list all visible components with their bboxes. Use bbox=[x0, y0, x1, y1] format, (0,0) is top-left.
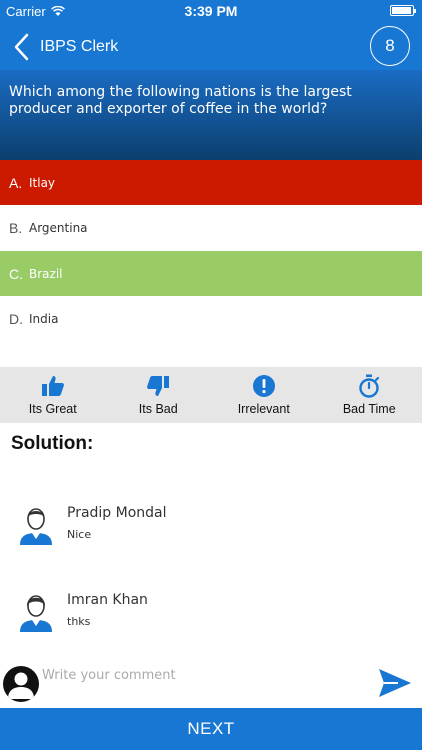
option-a[interactable]: A. Itlay bbox=[0, 160, 422, 205]
bad-time-button[interactable]: Bad Time bbox=[317, 367, 422, 423]
comment-item: Imran Khan thks bbox=[0, 582, 422, 642]
option-letter: B. bbox=[9, 219, 23, 236]
back-button[interactable]: IBPS Clerk bbox=[12, 32, 122, 62]
status-time: 3:39 PM bbox=[184, 3, 238, 19]
nav-title: IBPS Clerk bbox=[40, 38, 119, 55]
feedback-label: Its Great bbox=[28, 402, 77, 416]
commenter-name: Pradip Mondal bbox=[67, 505, 167, 521]
stopwatch-icon bbox=[359, 374, 380, 398]
send-icon[interactable] bbox=[378, 668, 412, 698]
option-text: Brazil bbox=[29, 266, 63, 281]
exclamation-circle-icon bbox=[252, 375, 275, 397]
nav-bar: IBPS Clerk 8 bbox=[0, 22, 422, 70]
its-bad-button[interactable]: Its Bad bbox=[106, 367, 212, 423]
feedback-label: Bad Time bbox=[342, 402, 396, 416]
option-text: India bbox=[29, 311, 59, 326]
option-letter: C. bbox=[9, 265, 23, 282]
status-bar: Carrier 3:39 PM bbox=[0, 0, 422, 22]
comment-composer bbox=[0, 660, 422, 708]
solution-heading: Solution: bbox=[11, 433, 94, 454]
option-d[interactable]: D. India bbox=[0, 296, 422, 341]
option-text: Argentina bbox=[29, 220, 88, 235]
its-great-button[interactable]: Its Great bbox=[0, 367, 106, 423]
thumbs-down-icon bbox=[147, 376, 170, 396]
irrelevant-button[interactable]: Irrelevant bbox=[211, 367, 317, 423]
comment-message: Nice bbox=[67, 528, 92, 541]
option-letter: A. bbox=[9, 174, 23, 191]
feedback-label: Irrelevant bbox=[237, 402, 290, 416]
comment-item: Pradip Mondal Nice bbox=[0, 495, 422, 555]
feedback-bar: Its Great Its Bad Irrelevant Bad Time bbox=[0, 367, 422, 423]
option-b[interactable]: B. Argentina bbox=[0, 205, 422, 250]
chevron-left-icon bbox=[14, 33, 29, 61]
comment-input[interactable] bbox=[42, 662, 362, 688]
feedback-label: Its Bad bbox=[138, 402, 178, 416]
user-avatar-icon bbox=[20, 595, 52, 632]
question-number-badge: 8 bbox=[370, 26, 410, 66]
current-user-avatar bbox=[3, 666, 39, 702]
user-silhouette-icon bbox=[8, 672, 34, 699]
question-text: Which among the following nations is the… bbox=[0, 70, 422, 160]
user-avatar-icon bbox=[20, 508, 52, 545]
thumbs-up-icon bbox=[41, 376, 64, 396]
next-button[interactable]: NEXT bbox=[0, 708, 422, 750]
option-letter: D. bbox=[9, 310, 23, 327]
battery-icon bbox=[390, 5, 416, 16]
commenter-name: Imran Khan bbox=[67, 592, 148, 608]
option-text: Itlay bbox=[29, 175, 56, 190]
comment-message: thks bbox=[67, 615, 91, 628]
option-c[interactable]: C. Brazil bbox=[0, 251, 422, 296]
